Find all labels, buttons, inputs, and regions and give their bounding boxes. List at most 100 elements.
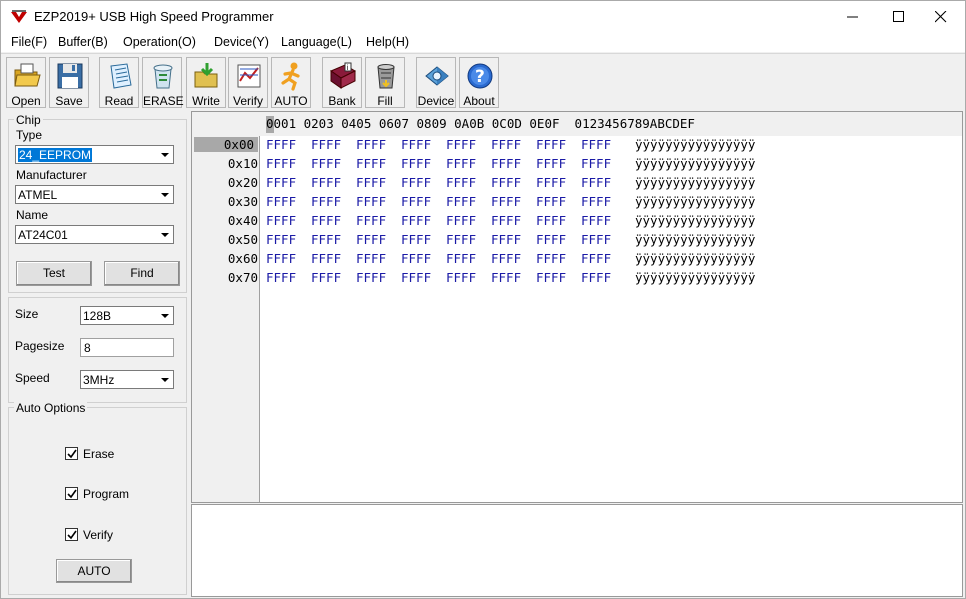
type-select[interactable]: 24_EEPROM: [15, 145, 174, 164]
hex-cell[interactable]: FFFF: [581, 251, 611, 266]
hex-cell[interactable]: FFFF: [311, 137, 341, 152]
pagesize-input[interactable]: 8: [80, 338, 174, 357]
size-dropdown-arrow[interactable]: [157, 308, 172, 323]
erase-checkbox[interactable]: [65, 447, 78, 460]
hex-cell[interactable]: FFFF: [581, 194, 611, 209]
hex-cell[interactable]: FFFF: [581, 213, 611, 228]
log-output[interactable]: [191, 504, 963, 597]
hex-cell[interactable]: FFFF: [491, 194, 521, 209]
open-button[interactable]: Open: [6, 57, 46, 108]
hex-cell[interactable]: FFFF: [446, 137, 476, 152]
hex-cell[interactable]: FFFF: [536, 270, 566, 285]
menu-language[interactable]: Language(L): [281, 35, 352, 49]
hex-cell[interactable]: FFFF: [311, 213, 341, 228]
ascii-cell[interactable]: ÿÿÿÿÿÿÿÿÿÿÿÿÿÿÿÿ: [635, 137, 755, 152]
type-dropdown-arrow[interactable]: [157, 147, 172, 162]
hex-cell[interactable]: FFFF: [266, 175, 296, 190]
hex-cell[interactable]: FFFF: [401, 137, 431, 152]
hex-cell[interactable]: FFFF: [581, 270, 611, 285]
hex-cell[interactable]: FFFF: [536, 213, 566, 228]
hex-cell[interactable]: FFFF: [491, 232, 521, 247]
hex-cell[interactable]: FFFF: [536, 175, 566, 190]
ascii-cell[interactable]: ÿÿÿÿÿÿÿÿÿÿÿÿÿÿÿÿ: [635, 213, 755, 228]
fill-button[interactable]: Fill: [365, 57, 405, 108]
ascii-cell[interactable]: ÿÿÿÿÿÿÿÿÿÿÿÿÿÿÿÿ: [635, 156, 755, 171]
hex-cell[interactable]: FFFF: [266, 232, 296, 247]
hex-cell[interactable]: FFFF: [356, 156, 386, 171]
auto-button[interactable]: AUTO: [56, 559, 132, 583]
hex-cell[interactable]: FFFF: [266, 137, 296, 152]
ascii-cell[interactable]: ÿÿÿÿÿÿÿÿÿÿÿÿÿÿÿÿ: [635, 175, 755, 190]
verify-checkbox[interactable]: [65, 528, 78, 541]
hex-cell[interactable]: FFFF: [356, 213, 386, 228]
hex-cell[interactable]: FFFF: [536, 232, 566, 247]
test-button[interactable]: Test: [16, 261, 92, 286]
hex-cell[interactable]: FFFF: [401, 251, 431, 266]
hex-cell[interactable]: FFFF: [491, 175, 521, 190]
menu-file[interactable]: File(F): [11, 35, 47, 49]
hex-cell[interactable]: FFFF: [356, 137, 386, 152]
write-button[interactable]: Write: [186, 57, 226, 108]
hex-cell[interactable]: FFFF: [311, 270, 341, 285]
hex-cell[interactable]: FFFF: [311, 175, 341, 190]
hex-cell[interactable]: FFFF: [401, 175, 431, 190]
hex-cell[interactable]: FFFF: [401, 156, 431, 171]
hex-cell[interactable]: FFFF: [446, 213, 476, 228]
speed-select[interactable]: 3MHz: [80, 370, 174, 389]
size-select[interactable]: 128B: [80, 306, 174, 325]
ascii-cell[interactable]: ÿÿÿÿÿÿÿÿÿÿÿÿÿÿÿÿ: [635, 251, 755, 266]
hex-cell[interactable]: FFFF: [581, 232, 611, 247]
auto-toolbar-button[interactable]: AUTO: [271, 57, 311, 108]
hex-cell[interactable]: FFFF: [356, 194, 386, 209]
close-button[interactable]: [919, 1, 965, 32]
hex-cell[interactable]: FFFF: [446, 156, 476, 171]
device-button[interactable]: Device: [416, 57, 456, 108]
find-button[interactable]: Find: [104, 261, 180, 286]
hex-cell[interactable]: FFFF: [491, 251, 521, 266]
hex-cell[interactable]: FFFF: [446, 270, 476, 285]
hex-cell[interactable]: FFFF: [536, 251, 566, 266]
hex-cell[interactable]: FFFF: [356, 270, 386, 285]
hex-cell[interactable]: FFFF: [536, 137, 566, 152]
hex-cell[interactable]: FFFF: [311, 194, 341, 209]
hex-cell[interactable]: FFFF: [356, 251, 386, 266]
hex-cell[interactable]: FFFF: [266, 213, 296, 228]
name-select[interactable]: AT24C01: [15, 225, 174, 244]
about-button[interactable]: ? About: [459, 57, 499, 108]
hex-editor[interactable]: 0001 0203 0405 0607 0809 0A0B 0C0D 0E0F …: [191, 111, 963, 503]
minimize-button[interactable]: [831, 1, 877, 32]
hex-cell[interactable]: FFFF: [311, 251, 341, 266]
hex-cell[interactable]: FFFF: [356, 175, 386, 190]
menu-help[interactable]: Help(H): [366, 35, 409, 49]
hex-cell[interactable]: FFFF: [446, 194, 476, 209]
menu-device[interactable]: Device(Y): [214, 35, 269, 49]
bank-button[interactable]: i Bank: [322, 57, 362, 108]
hex-cell[interactable]: FFFF: [581, 175, 611, 190]
read-button[interactable]: Read: [99, 57, 139, 108]
manufacturer-select[interactable]: ATMEL: [15, 185, 174, 204]
hex-cell[interactable]: FFFF: [401, 213, 431, 228]
hex-cell[interactable]: FFFF: [401, 194, 431, 209]
hex-cell[interactable]: FFFF: [446, 175, 476, 190]
hex-cell[interactable]: FFFF: [311, 232, 341, 247]
hex-cell[interactable]: FFFF: [446, 232, 476, 247]
menu-buffer[interactable]: Buffer(B): [58, 35, 108, 49]
hex-cell[interactable]: FFFF: [266, 270, 296, 285]
ascii-cell[interactable]: ÿÿÿÿÿÿÿÿÿÿÿÿÿÿÿÿ: [635, 194, 755, 209]
program-checkbox[interactable]: [65, 487, 78, 500]
erase-button[interactable]: ERASE: [142, 57, 184, 108]
hex-cell[interactable]: FFFF: [401, 270, 431, 285]
menu-operation[interactable]: Operation(O): [123, 35, 196, 49]
hex-cell[interactable]: FFFF: [536, 156, 566, 171]
hex-cell[interactable]: FFFF: [491, 270, 521, 285]
hex-cell[interactable]: FFFF: [581, 156, 611, 171]
name-dropdown-arrow[interactable]: [157, 227, 172, 242]
save-button[interactable]: Save: [49, 57, 89, 108]
hex-cell[interactable]: FFFF: [581, 137, 611, 152]
hex-cell[interactable]: FFFF: [491, 213, 521, 228]
hex-cell[interactable]: FFFF: [266, 194, 296, 209]
hex-cell[interactable]: FFFF: [311, 156, 341, 171]
hex-cell[interactable]: FFFF: [491, 156, 521, 171]
hex-cell[interactable]: FFFF: [356, 232, 386, 247]
hex-cell[interactable]: FFFF: [266, 156, 296, 171]
